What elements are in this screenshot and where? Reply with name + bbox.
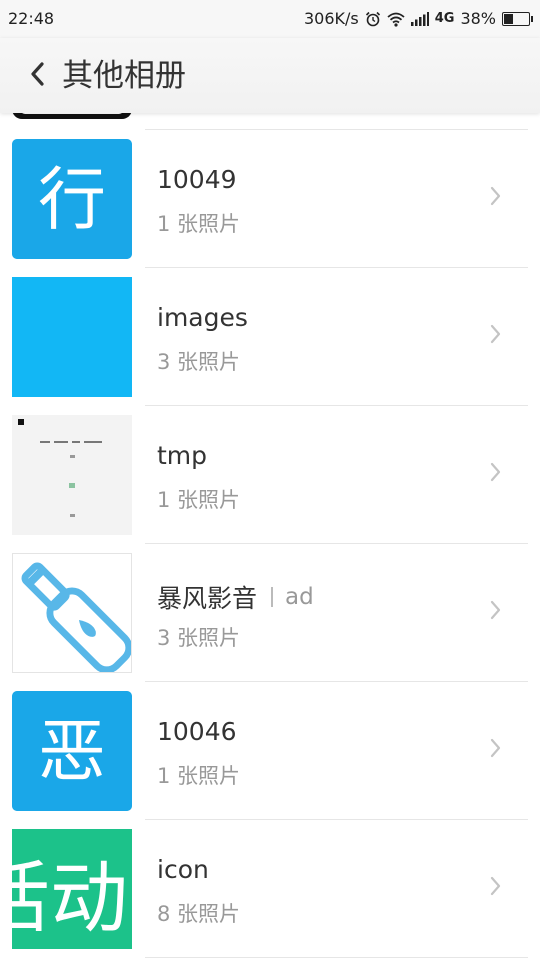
thumbnail-glyph: 行: [38, 161, 106, 240]
album-thumbnail: [12, 277, 132, 397]
album-count: 3 张照片: [157, 626, 241, 650]
album-count: 1 张照片: [157, 488, 241, 512]
album-count: 1 张照片: [157, 212, 241, 236]
divider: [145, 957, 528, 958]
status-indicators: 306K/s 4G 38%: [303, 9, 533, 28]
album-name: 10049: [157, 165, 237, 194]
battery-level: [504, 13, 513, 24]
album-name: images: [157, 303, 248, 332]
chevron-left-icon: [29, 60, 47, 92]
album-name: icon: [157, 855, 209, 884]
thumbnail-glyph: 恶: [38, 713, 106, 792]
album-thumbnail: 恶: [12, 691, 132, 811]
chevron-right-icon: [490, 461, 502, 487]
network-type: 4G: [434, 11, 455, 26]
album-row-baofeng[interactable]: 暴风影音 ad 3 张照片: [0, 544, 540, 682]
chevron-right-icon: [490, 185, 502, 211]
partial-album-row[interactable]: [0, 109, 540, 130]
album-tag: ad: [285, 584, 314, 610]
album-thumbnail: 行: [12, 139, 132, 259]
page-title: 其他相册: [62, 58, 186, 94]
chevron-right-icon: [490, 875, 502, 901]
status-time: 22:48: [8, 9, 55, 28]
album-thumbnail: 活动: [12, 829, 132, 949]
battery-percent: 38%: [460, 9, 496, 28]
album-row-10049[interactable]: 行 10049 1 张照片: [0, 130, 540, 268]
album-row-icon[interactable]: 活动 icon 8 张照片: [0, 820, 540, 958]
album-thumbnail: [12, 553, 132, 673]
album-count: 8 张照片: [157, 902, 241, 926]
wifi-icon: [387, 11, 405, 27]
album-row-10046[interactable]: 恶 10046 1 张照片: [0, 682, 540, 820]
album-name: 10046: [157, 717, 237, 746]
alarm-icon: [365, 11, 381, 27]
album-row-images[interactable]: images 3 张照片: [0, 268, 540, 406]
chevron-right-icon: [490, 599, 502, 625]
album-name: tmp: [157, 441, 208, 470]
tag-separator: [271, 587, 274, 607]
album-name-group: 暴风影音 ad: [157, 579, 314, 615]
album-count: 1 张照片: [157, 764, 241, 788]
chevron-right-icon: [490, 323, 502, 349]
status-bar: 22:48 306K/s 4G 38%: [0, 0, 540, 38]
signal-icon: [410, 11, 429, 26]
network-speed: 306K/s: [303, 9, 359, 28]
album-count: 3 张照片: [157, 350, 241, 374]
header-bar: 其他相册: [0, 38, 540, 113]
thumbnail-glyph: 活动: [12, 854, 128, 944]
back-button[interactable]: [20, 56, 56, 96]
album-row-tmp[interactable]: tmp 1 张照片: [0, 406, 540, 544]
battery-icon: [502, 11, 533, 26]
screen: 22:48 306K/s 4G 38% 其他相册 行 10049 1 张照片 i…: [0, 0, 540, 960]
album-thumbnail: [12, 415, 132, 535]
chevron-right-icon: [490, 737, 502, 763]
album-name: 暴风影音: [157, 584, 258, 613]
